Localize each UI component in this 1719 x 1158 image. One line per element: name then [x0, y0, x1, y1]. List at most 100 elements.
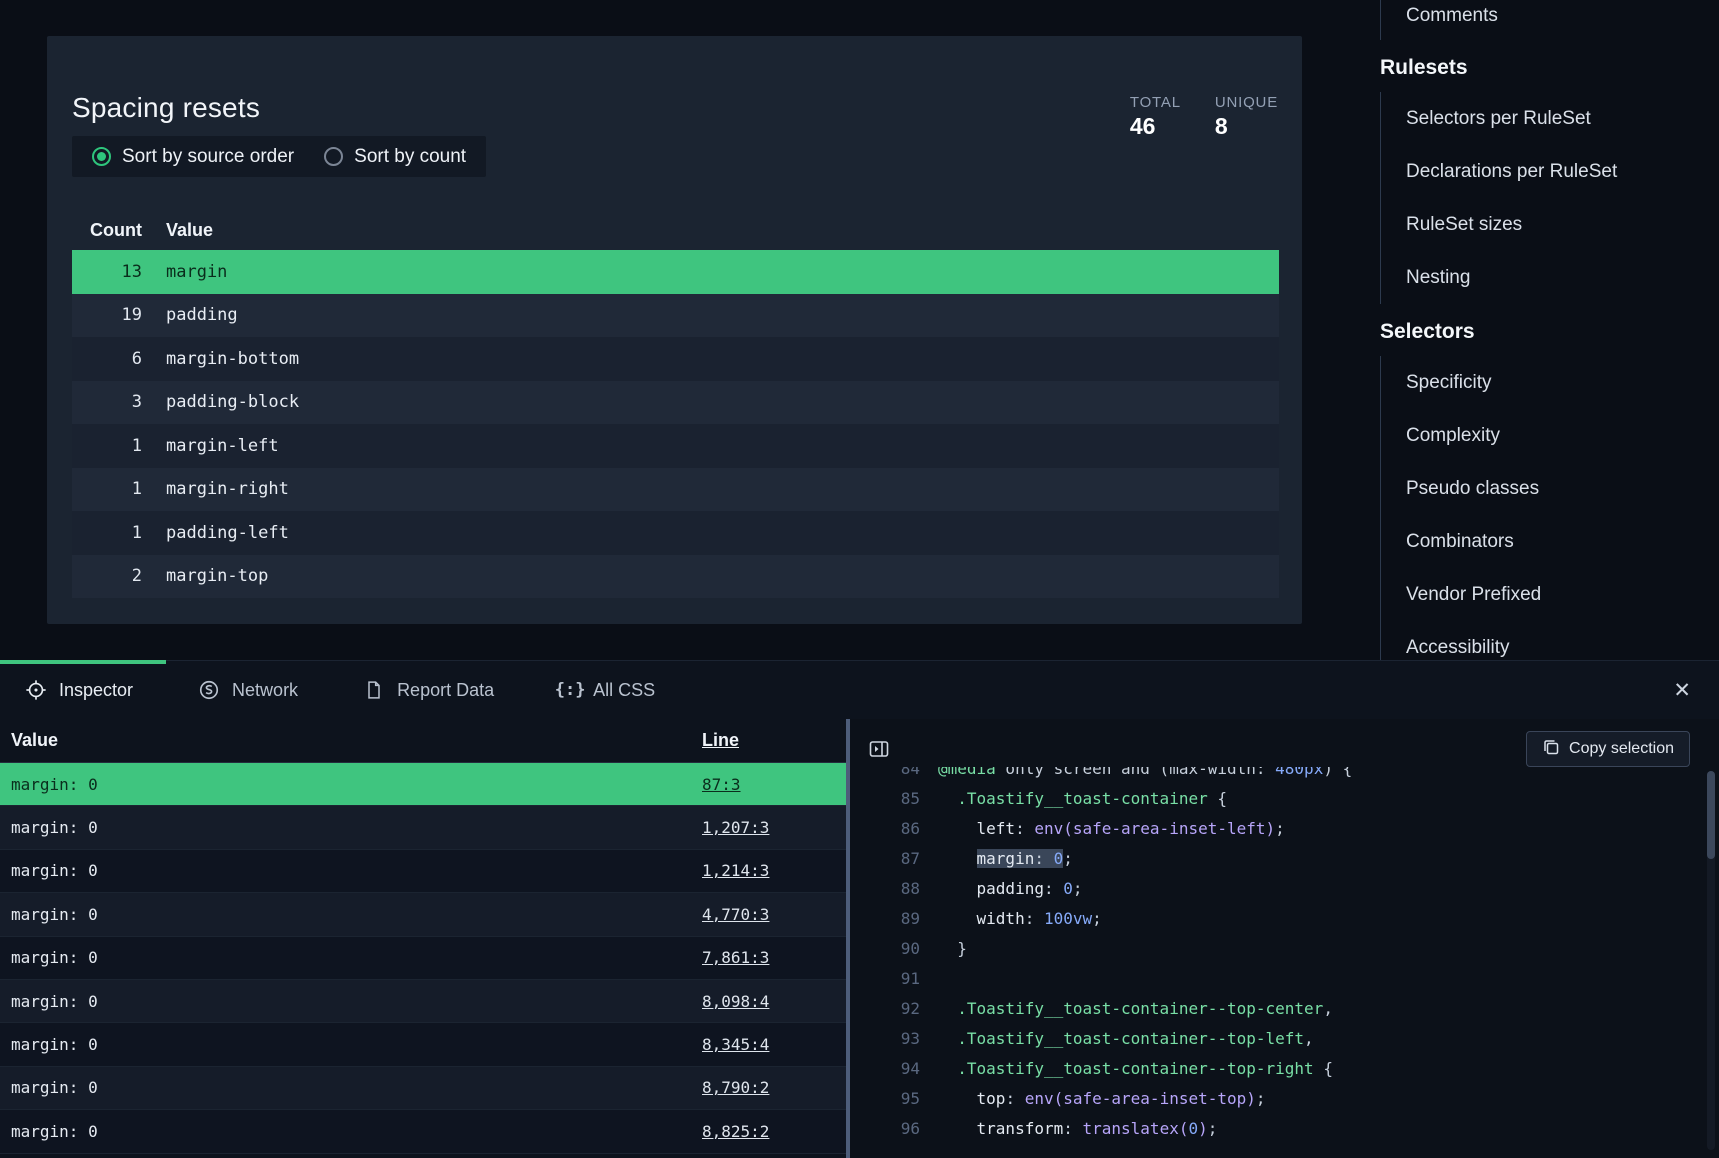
line-link[interactable]: 87:3: [702, 775, 741, 794]
code-line: 91: [850, 964, 1705, 994]
line-link[interactable]: 7,861:3: [702, 948, 769, 967]
code-viewer: Copy selection 84@media only screen and …: [850, 719, 1719, 1158]
expand-code-panel-button[interactable]: [866, 737, 892, 763]
active-tab-indicator: [0, 660, 166, 664]
sidebar-item-pseudo-classes[interactable]: Pseudo classes: [1381, 462, 1715, 515]
tab-label: Network: [232, 680, 298, 701]
code-text: .Toastify__toast-container--top-right {: [938, 1054, 1333, 1084]
line-link[interactable]: 8,825:2: [702, 1122, 769, 1141]
code-scrollbar[interactable]: [1707, 771, 1715, 1150]
code-line: 95 top: env(safe-area-inset-top);: [850, 1084, 1705, 1114]
line-number: 85: [850, 784, 938, 814]
sidebar-heading-rulesets: Rulesets: [1380, 40, 1715, 92]
tab-label: Report Data: [397, 680, 494, 701]
result-row[interactable]: margin: 0 8,790:2: [0, 1067, 846, 1110]
line-link[interactable]: 8,345:4: [702, 1035, 769, 1054]
row-count: 19: [72, 305, 142, 325]
code-line: 90 }: [850, 934, 1705, 964]
stat-unique-label: UNIQUE: [1215, 94, 1278, 111]
stat-total-label: TOTAL: [1130, 94, 1181, 111]
spacing-table-row[interactable]: 3padding-block: [72, 381, 1279, 425]
sidebar-item-declarations-per-ruleset[interactable]: Declarations per RuleSet: [1381, 145, 1715, 198]
code-line: 92 .Toastify__toast-container--top-cente…: [850, 994, 1705, 1024]
inspector-results: Value Line margin: 087:3margin: 01,207:3…: [0, 719, 846, 1158]
close-panel-button[interactable]: ✕: [1673, 678, 1691, 703]
sort-option-sort-by-source-order[interactable]: Sort by source order: [92, 146, 294, 168]
result-row[interactable]: margin: 087:3: [0, 763, 846, 806]
line-number: 90: [850, 934, 938, 964]
row-value: margin-top: [166, 566, 268, 586]
code-line: 84@media only screen and (max-width: 480…: [850, 767, 1705, 784]
document-icon: [362, 678, 386, 702]
code-text: .Toastify__toast-container--top-left,: [938, 1024, 1314, 1054]
code-scroll-area[interactable]: 84@media only screen and (max-width: 480…: [850, 767, 1705, 1158]
count-header: Count: [72, 220, 142, 241]
result-value: margin: 0: [0, 1078, 98, 1097]
code-text: left: env(safe-area-inset-left);: [938, 814, 1285, 844]
result-row[interactable]: margin: 08,825:2: [0, 1110, 846, 1153]
row-value: margin-right: [166, 479, 289, 499]
sidebar-item-vendor-prefixed[interactable]: Vendor Prefixed: [1381, 568, 1715, 621]
result-row[interactable]: margin: 08,098:4: [0, 980, 846, 1023]
result-row[interactable]: margin: 01,207:3: [0, 806, 846, 849]
code-scrollbar-thumb[interactable]: [1707, 771, 1715, 859]
braces-icon: {:}: [558, 678, 582, 702]
sidebar-item-nesting[interactable]: Nesting: [1381, 251, 1715, 304]
sidebar-item-ruleset-sizes[interactable]: RuleSet sizes: [1381, 198, 1715, 251]
spacing-table-row[interactable]: 1margin-right: [72, 468, 1279, 512]
sort-options: Sort by source order Sort by count: [72, 136, 486, 177]
sidebar-item-complexity[interactable]: Complexity: [1381, 409, 1715, 462]
radio-unchecked-icon: [324, 147, 343, 166]
line-link[interactable]: 8,790:2: [702, 1078, 769, 1097]
sidebar-item-specificity[interactable]: Specificity: [1381, 356, 1715, 409]
tab-inspector[interactable]: Inspector: [24, 678, 133, 702]
sidebar-item-combinators[interactable]: Combinators: [1381, 515, 1715, 568]
sidebar-heading-selectors: Selectors: [1380, 304, 1715, 356]
spacing-table-row[interactable]: 6margin-bottom: [72, 337, 1279, 381]
results-line-header[interactable]: Line: [702, 730, 739, 751]
results-value-header: Value: [0, 730, 58, 751]
result-value: margin: 0: [0, 905, 98, 924]
inspector-panel: InspectorNetworkReport Data{:}All CSS ✕ …: [0, 660, 1719, 1158]
tab-network[interactable]: Network: [197, 678, 298, 702]
spacing-table-row[interactable]: 1margin-left: [72, 424, 1279, 468]
line-link[interactable]: 1,207:3: [702, 818, 769, 837]
row-count: 13: [72, 262, 142, 282]
spacing-table-row[interactable]: 1padding-left: [72, 511, 1279, 555]
sidebar-item-comments[interactable]: Comments: [1381, 0, 1715, 40]
sort-option-sort-by-count[interactable]: Sort by count: [324, 146, 466, 168]
result-value: margin: 0: [0, 861, 98, 880]
sidebar-group: Comments: [1380, 0, 1715, 40]
sidebar-group: SpecificityComplexityPseudo classesCombi…: [1380, 356, 1715, 674]
tab-all-css[interactable]: {:} All CSS: [558, 678, 655, 702]
code-line: 89 width: 100vw;: [850, 904, 1705, 934]
tab-label: Inspector: [59, 680, 133, 701]
line-link[interactable]: 1,214:3: [702, 861, 769, 880]
line-number: 87: [850, 844, 938, 874]
result-row[interactable]: margin: 0 7,861:3: [0, 937, 846, 980]
sidebar-item-selectors-per-ruleset[interactable]: Selectors per RuleSet: [1381, 92, 1715, 145]
spacing-table-row[interactable]: 13 margin: [72, 250, 1279, 294]
results-header: Value Line: [0, 719, 846, 763]
line-number: 96: [850, 1114, 938, 1144]
spacing-table-row[interactable]: 19 padding: [72, 294, 1279, 338]
row-count: 3: [72, 392, 142, 412]
result-row[interactable]: margin: 0 1,214:3: [0, 850, 846, 893]
row-value: padding: [166, 305, 238, 325]
spacing-table-row[interactable]: 2margin-top: [72, 555, 1279, 599]
spacing-table: Count Value 13 margin 19 padding 6margin-bot…: [72, 210, 1279, 598]
value-header: Value: [166, 220, 213, 241]
result-row[interactable]: margin: 08,345:4: [0, 1023, 846, 1066]
line-link[interactable]: 8,098:4: [702, 992, 769, 1011]
line-number: 92: [850, 994, 938, 1024]
code-text: top: env(safe-area-inset-top);: [938, 1084, 1266, 1114]
tab-label: All CSS: [593, 680, 655, 701]
row-value: margin: [166, 262, 227, 282]
tab-report-data[interactable]: Report Data: [362, 678, 494, 702]
expand-panel-icon: [869, 739, 889, 762]
card-title: Spacing resets: [72, 92, 260, 124]
result-row[interactable]: margin: 0 4,770:3: [0, 893, 846, 936]
copy-selection-button[interactable]: Copy selection: [1526, 731, 1690, 767]
result-value: margin: 0: [0, 948, 98, 967]
line-link[interactable]: 4,770:3: [702, 905, 769, 924]
